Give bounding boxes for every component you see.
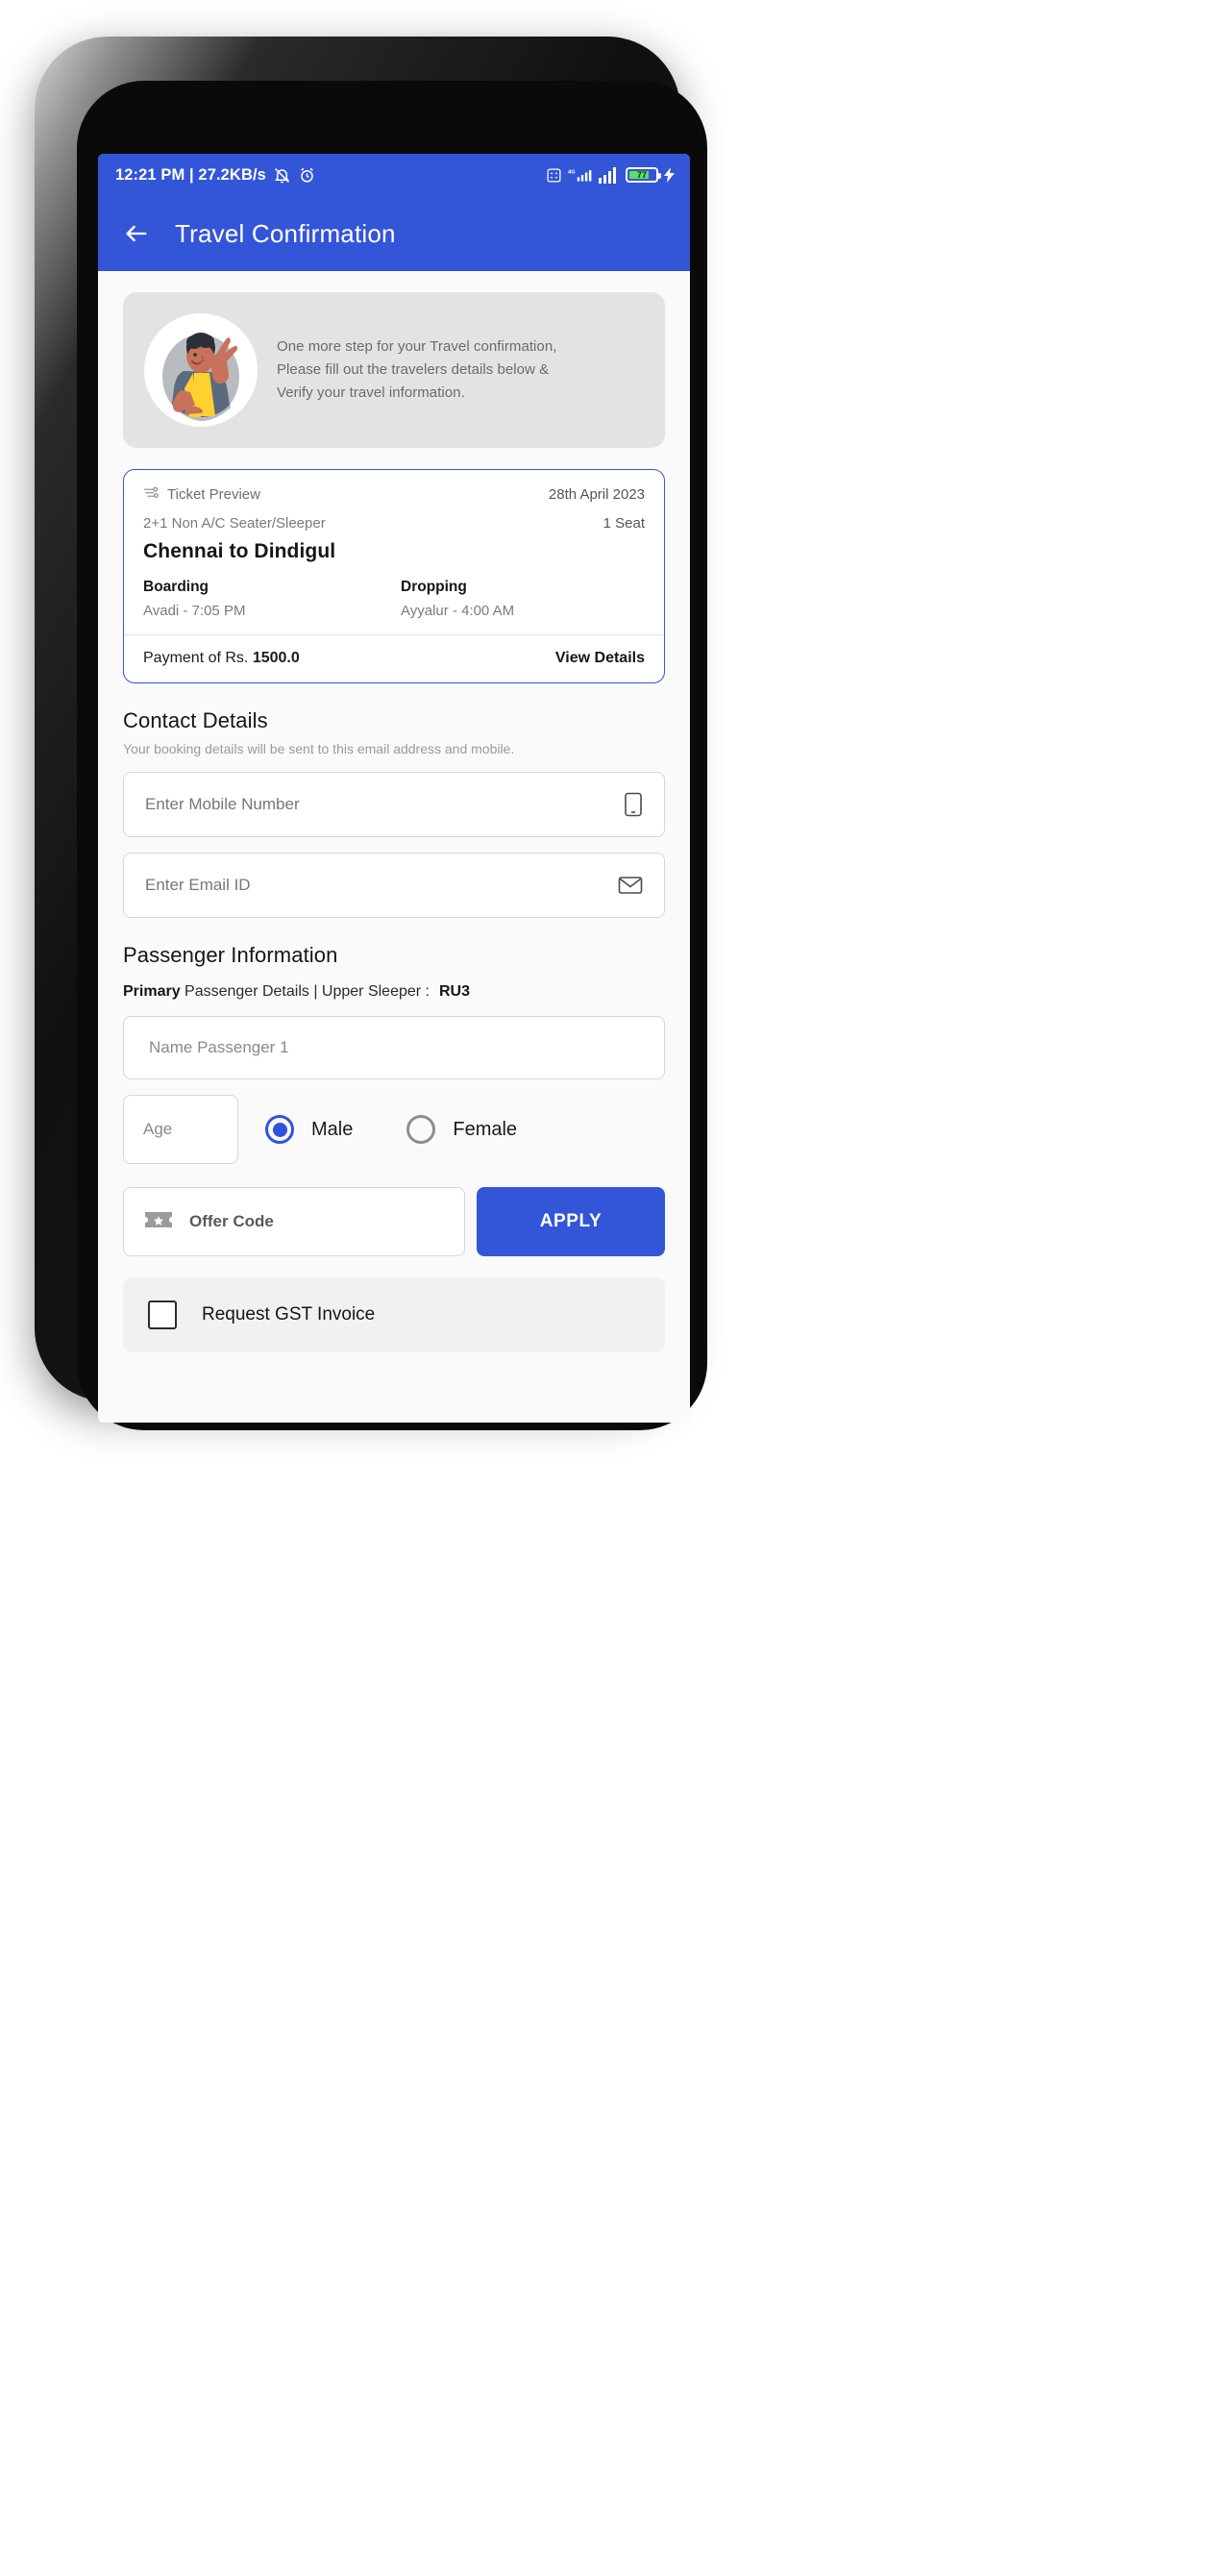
battery-percent: 77 xyxy=(636,170,648,180)
screenshot-icon xyxy=(546,167,562,184)
screenshot-stage: 12:21 PM | 27.2KB/s 4G 77 Travel Confirm… xyxy=(0,0,1230,2576)
ticket-preview-label-wrap: Ticket Preview xyxy=(143,485,260,503)
mobile-number-input[interactable]: Enter Mobile Number xyxy=(123,772,665,837)
status-bar: 12:21 PM | 27.2KB/s 4G 77 xyxy=(98,154,690,196)
mobile-data-icon: 4G xyxy=(568,166,593,184)
bus-type: 2+1 Non A/C Seater/Sleeper xyxy=(143,515,326,532)
payment-prefix: Payment of Rs. xyxy=(143,650,253,666)
banner-line-2: Please fill out the travelers details be… xyxy=(277,360,550,378)
dropping-label: Dropping xyxy=(401,579,467,595)
boarding-label: Boarding xyxy=(143,579,209,595)
male-label: Male xyxy=(311,1118,354,1140)
gst-invoice-label: Request GST Invoice xyxy=(202,1304,376,1325)
email-input[interactable]: Enter Email ID xyxy=(123,853,665,918)
primary-label: Primary xyxy=(123,983,181,1000)
passenger-information-title: Passenger Information xyxy=(123,943,338,967)
contact-details-title: Contact Details xyxy=(123,708,268,732)
back-arrow-icon[interactable] xyxy=(123,220,150,247)
boarding-value: Avadi - 7:05 PM xyxy=(143,603,246,619)
radio-female-icon[interactable] xyxy=(406,1115,436,1144)
ticket-preview-label: Ticket Preview xyxy=(167,485,260,503)
phone-screen: 12:21 PM | 27.2KB/s 4G 77 Travel Confirm… xyxy=(98,154,690,1423)
payment-amount: 1500.0 xyxy=(252,650,300,666)
waving-person-illustration xyxy=(144,313,258,427)
bell-muted-icon xyxy=(273,166,291,185)
payment-row: Payment of Rs. 1500.0 View Details xyxy=(143,635,645,682)
passenger-details-text: Passenger Details | Upper Sleeper : xyxy=(180,983,430,1000)
banner-line-1: One more step for your Travel confirmati… xyxy=(277,337,557,355)
boarding-dropping-wrap: Boarding Avadi - 7:05 PM Dropping Ayyalu… xyxy=(143,579,645,619)
gender-option-female[interactable]: Female xyxy=(406,1115,517,1144)
gst-invoice-row[interactable]: Request GST Invoice xyxy=(123,1277,665,1352)
signal-bars-icon xyxy=(599,166,620,184)
alarm-clock-icon xyxy=(298,166,316,185)
mobile-placeholder: Enter Mobile Number xyxy=(145,795,300,813)
ticket-preview-card[interactable]: Ticket Preview 28th April 2023 2+1 Non A… xyxy=(123,469,665,683)
gender-option-male[interactable]: Male xyxy=(265,1115,353,1144)
offer-row: Offer Code APPLY xyxy=(123,1187,665,1256)
payment-text: Payment of Rs. 1500.0 xyxy=(143,650,300,667)
banner-text: One more step for your Travel confirmati… xyxy=(277,335,556,406)
app-bar: Travel Confirmation xyxy=(98,196,690,271)
checkbox-unchecked-icon[interactable] xyxy=(148,1300,177,1329)
charging-bolt-icon xyxy=(664,167,675,183)
seat-count: 1 Seat xyxy=(603,515,645,532)
page-title: Travel Confirmation xyxy=(175,218,396,248)
route-title: Chennai to Dindigul xyxy=(143,540,336,562)
apply-offer-button[interactable]: APPLY xyxy=(477,1187,665,1256)
offer-ticket-icon xyxy=(143,1208,174,1236)
phone-icon xyxy=(624,792,643,817)
age-gender-row: Age Male Female xyxy=(123,1095,665,1164)
battery-indicator: 77 xyxy=(626,167,661,183)
view-details-button[interactable]: View Details xyxy=(555,650,645,667)
dropping-value: Ayyalur - 4:00 AM xyxy=(401,603,515,619)
scroll-content[interactable]: One more step for your Travel confirmati… xyxy=(98,271,690,1423)
ticket-type-row: 2+1 Non A/C Seater/Sleeper 1 Seat xyxy=(143,503,645,532)
female-label: Female xyxy=(453,1118,518,1140)
offer-code-input[interactable]: Offer Code xyxy=(123,1187,465,1256)
status-time-network: 12:21 PM | 27.2KB/s xyxy=(115,165,266,184)
phone-frame: 12:21 PM | 27.2KB/s 4G 77 Travel Confirm… xyxy=(35,37,707,1430)
info-banner: One more step for your Travel confirmati… xyxy=(123,292,665,448)
ticket-icon xyxy=(143,485,160,503)
ticket-header-row: Ticket Preview 28th April 2023 xyxy=(143,485,645,503)
boarding-block: Boarding Avadi - 7:05 PM xyxy=(143,579,387,619)
email-placeholder: Enter Email ID xyxy=(145,876,251,894)
envelope-icon xyxy=(618,876,643,895)
svg-text:4G: 4G xyxy=(568,169,576,175)
seat-number: RU3 xyxy=(439,983,471,1000)
age-placeholder: Age xyxy=(143,1120,173,1138)
radio-male-icon[interactable] xyxy=(265,1115,294,1144)
dropping-block: Dropping Ayyalur - 4:00 AM xyxy=(387,579,645,619)
banner-line-3: Verify your travel information. xyxy=(277,384,465,402)
ticket-date: 28th April 2023 xyxy=(548,485,645,503)
passenger-name-placeholder: Name Passenger 1 xyxy=(149,1038,289,1056)
contact-details-subtitle: Your booking details will be sent to thi… xyxy=(123,741,515,756)
primary-passenger-line: Primary Passenger Details | Upper Sleepe… xyxy=(123,983,665,1001)
age-input[interactable]: Age xyxy=(123,1095,238,1164)
offer-code-placeholder: Offer Code xyxy=(189,1212,274,1230)
passenger-name-input[interactable]: Name Passenger 1 xyxy=(123,1016,665,1079)
